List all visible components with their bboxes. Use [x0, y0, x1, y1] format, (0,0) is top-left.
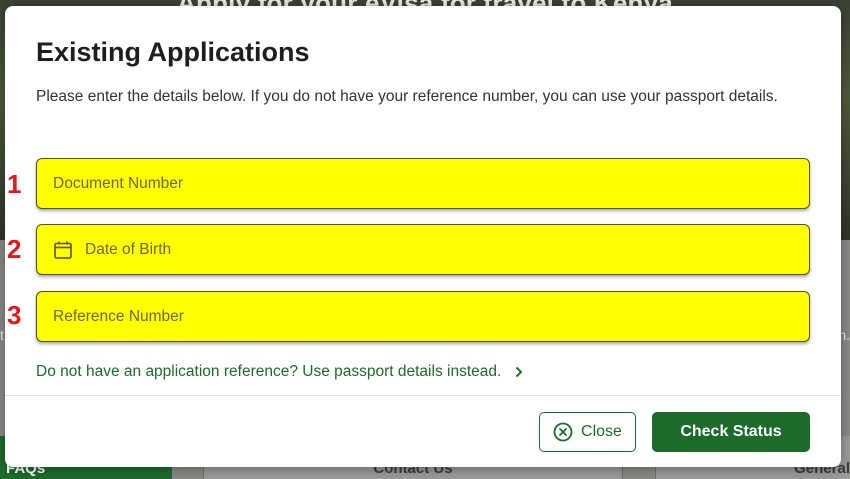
date-of-birth-field[interactable] [36, 224, 810, 275]
document-number-input[interactable] [53, 174, 809, 193]
document-number-field[interactable] [36, 158, 810, 209]
close-circle-icon [553, 422, 573, 442]
annotation-marker-2: 2 [7, 234, 22, 264]
background-edge-text-left: t [0, 327, 4, 343]
check-status-button[interactable]: Check Status [652, 412, 810, 452]
chevron-right-icon [515, 366, 523, 378]
existing-applications-modal: Existing Applications Please enter the d… [5, 6, 841, 467]
passport-link-label: Do not have an application reference? Us… [36, 363, 502, 380]
use-passport-details-link[interactable]: Do not have an application reference? Us… [36, 363, 523, 381]
date-of-birth-input[interactable] [85, 240, 809, 259]
modal-description: Please enter the details below. If you d… [36, 88, 778, 105]
annotation-marker-1: 1 [7, 169, 22, 199]
calendar-icon[interactable] [53, 240, 73, 260]
reference-number-field[interactable] [36, 291, 810, 342]
reference-number-input[interactable] [53, 307, 809, 326]
close-button[interactable]: Close [539, 412, 636, 452]
annotation-marker-3: 3 [7, 300, 22, 330]
footer-divider [5, 395, 841, 396]
close-button-label: Close [581, 423, 622, 440]
modal-title: Existing Applications [36, 37, 310, 67]
